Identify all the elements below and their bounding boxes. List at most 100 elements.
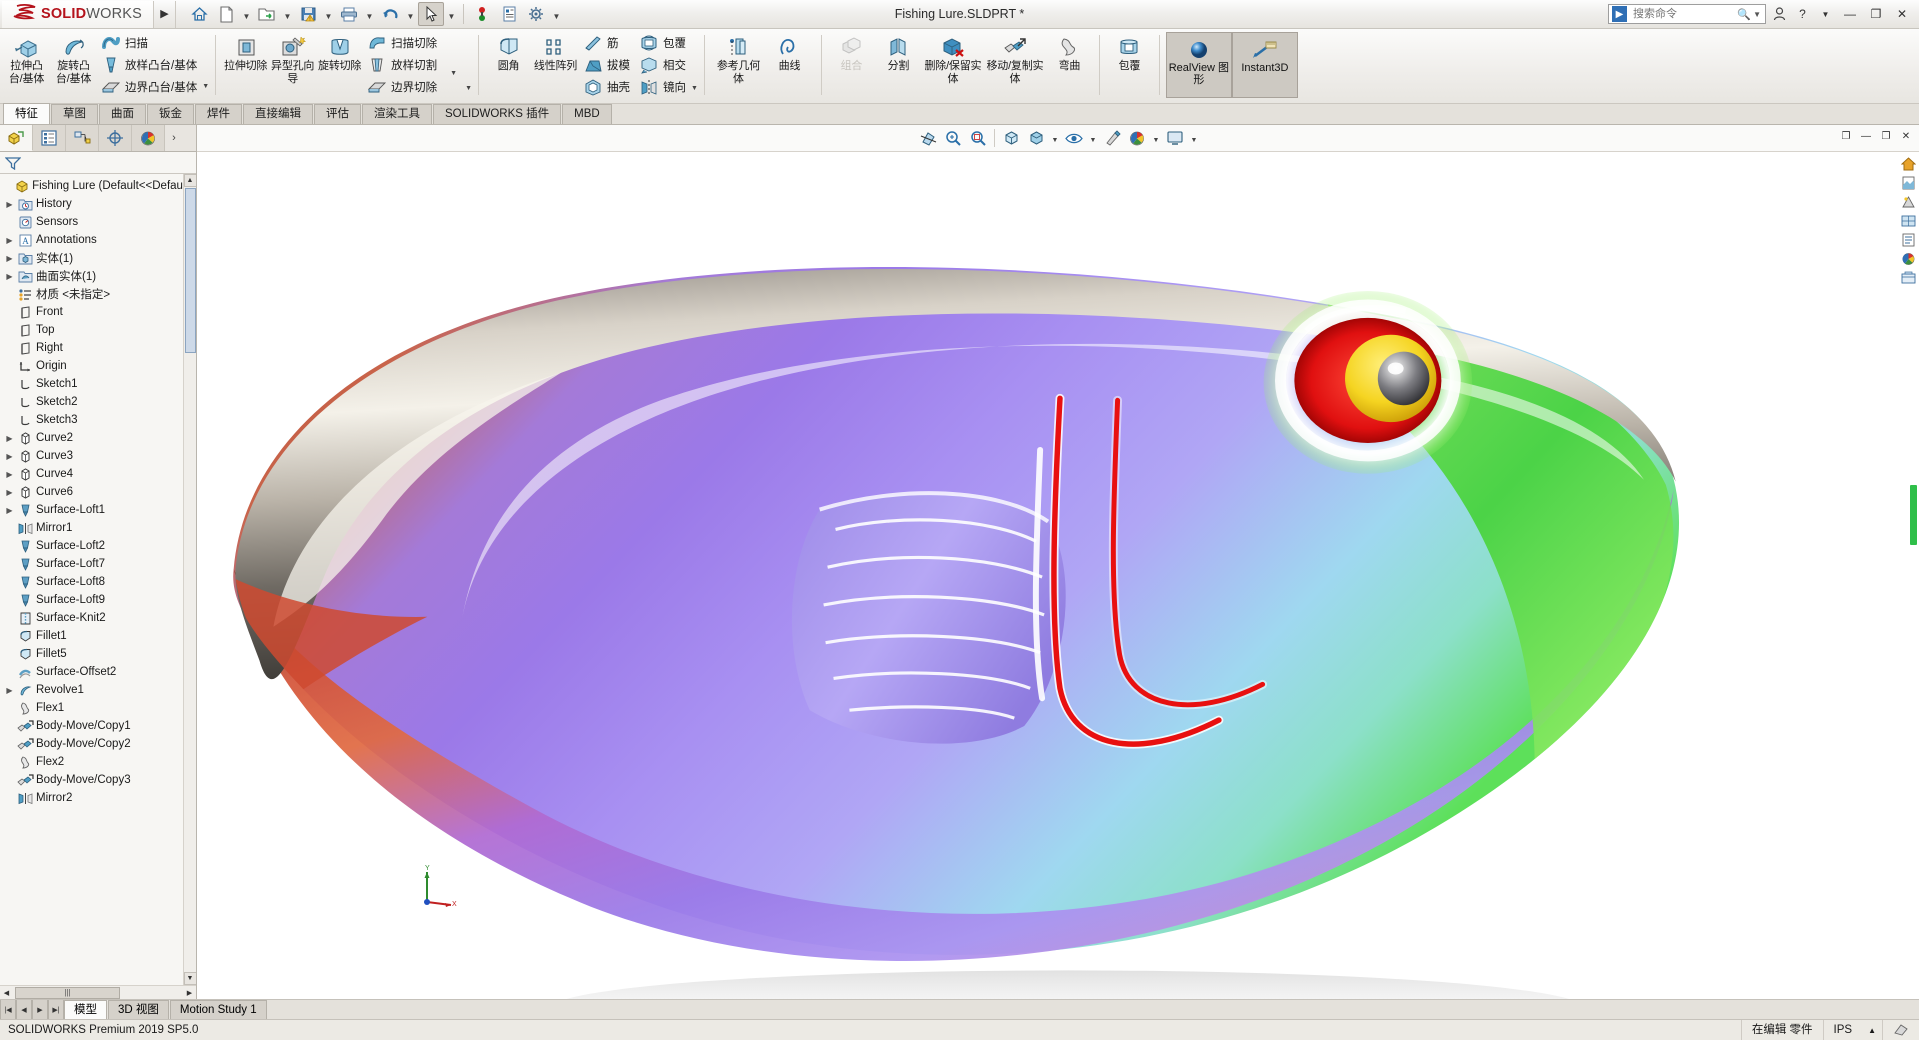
feature-tree-filter[interactable]: [0, 152, 196, 174]
linear-pattern-button[interactable]: 线性阵列: [532, 29, 579, 103]
undo-dropdown-caret[interactable]: ▼: [404, 2, 417, 26]
doc-minimize-icon[interactable]: —: [1857, 127, 1875, 145]
undo-icon[interactable]: [377, 2, 403, 26]
tree-item-top[interactable]: Top: [0, 321, 183, 339]
tab-direct-editing[interactable]: 直接编辑: [243, 104, 313, 124]
delete-keep-body-button[interactable]: 删除/保留实体: [922, 29, 984, 103]
tree-item-body-move-copy3[interactable]: Body-Move/Copy3: [0, 771, 183, 789]
tree-expand-toggle[interactable]: ▶: [3, 434, 16, 443]
apply-scene-caret[interactable]: ▼: [1150, 127, 1162, 149]
tree-item-flex2[interactable]: Flex2: [0, 753, 183, 771]
save-icon[interactable]: !: [295, 2, 321, 26]
tree-item-mirror1[interactable]: Mirror1: [0, 519, 183, 537]
hide-show-items-icon[interactable]: [1062, 127, 1086, 149]
select-dropdown-caret[interactable]: ▼: [445, 2, 458, 26]
home-icon[interactable]: [186, 2, 212, 26]
tree-item-fillet1[interactable]: Fillet1: [0, 627, 183, 645]
tree-item-body-move-copy1[interactable]: Body-Move/Copy1: [0, 717, 183, 735]
zoom-area-icon[interactable]: [966, 127, 990, 149]
combine-button[interactable]: 组合: [828, 29, 875, 103]
tree-item-sketch1[interactable]: Sketch1: [0, 375, 183, 393]
tab-evaluate[interactable]: 评估: [314, 104, 361, 124]
view-home-icon[interactable]: [1898, 155, 1918, 173]
open-dropdown-caret[interactable]: ▼: [281, 2, 294, 26]
tree-item--1-[interactable]: ▶ 实体(1): [0, 249, 183, 267]
file-properties-icon[interactable]: [496, 2, 522, 26]
tree-item-annotations[interactable]: ▶ A Annotations: [0, 231, 183, 249]
tab-features[interactable]: 特征: [3, 103, 50, 124]
save-dropdown-caret[interactable]: ▼: [322, 2, 335, 26]
appearances-library-icon[interactable]: [1898, 174, 1918, 192]
search-icon[interactable]: 🔍: [1737, 8, 1751, 21]
maximize-button[interactable]: ❐: [1865, 4, 1887, 25]
tree-item-origin[interactable]: Origin: [0, 357, 183, 375]
help-icon[interactable]: ?: [1793, 4, 1812, 25]
feature-tree-scrollbar[interactable]: ▲ ▼: [183, 174, 196, 985]
mirror-button[interactable]: 镜向: [635, 76, 691, 98]
view-orientation-icon[interactable]: [999, 127, 1023, 149]
print-dropdown-caret[interactable]: ▼: [363, 2, 376, 26]
feature-manager-tab[interactable]: [0, 125, 33, 151]
tab-sheetmetal[interactable]: 钣金: [147, 104, 194, 124]
search-dropdown-caret[interactable]: ▼: [1753, 10, 1761, 19]
tab-surfaces[interactable]: 曲面: [99, 104, 146, 124]
tree-item-curve3[interactable]: ▶ Curve3: [0, 447, 183, 465]
hscroll-right-arrow[interactable]: ▶: [183, 987, 196, 999]
property-manager-tab[interactable]: [33, 125, 66, 151]
extrude-boss-button[interactable]: 拉伸凸台/基体: [3, 29, 50, 86]
tree-item-curve6[interactable]: ▶ Curve6: [0, 483, 183, 501]
hscroll-thumb[interactable]: |||: [15, 986, 120, 999]
tab-mbd[interactable]: MBD: [562, 104, 612, 124]
tree-item-surface-loft7[interactable]: Surface-Loft7: [0, 555, 183, 573]
scroll-up-arrow[interactable]: ▲: [183, 174, 196, 187]
tree-item-surface-knit2[interactable]: Surface-Knit2: [0, 609, 183, 627]
loft-cut-button[interactable]: 放样切割: [363, 54, 442, 76]
modify-group-caret-1[interactable]: ▼: [691, 84, 698, 93]
dimxpert-manager-tab[interactable]: [99, 125, 132, 151]
restore-down-icon[interactable]: ❐: [1837, 127, 1855, 145]
tree-item-curve4[interactable]: ▶ Curve4: [0, 465, 183, 483]
tab-render-tools[interactable]: 渲染工具: [362, 104, 432, 124]
tree-expand-toggle[interactable]: ▶: [3, 200, 16, 209]
hscroll-left-arrow[interactable]: ◀: [0, 987, 13, 999]
reference-geometry-button[interactable]: 参考几何体: [711, 29, 766, 103]
zoom-fit-icon[interactable]: [941, 127, 965, 149]
intersect-button[interactable]: 相交: [635, 54, 691, 76]
cut-group-caret-2[interactable]: ▼: [450, 69, 457, 78]
split-button[interactable]: 分割: [875, 29, 922, 103]
boundary-boss-button[interactable]: 边界凸台/基体: [97, 76, 202, 98]
document-tab-3dviews[interactable]: 3D 视图: [108, 1000, 169, 1019]
move-copy-body-button[interactable]: 移动/复制实体: [984, 29, 1046, 103]
doc-close-icon[interactable]: ✕: [1897, 127, 1915, 145]
tree-expand-toggle[interactable]: ▶: [3, 452, 16, 461]
nav-next-button[interactable]: ▶: [32, 1000, 48, 1019]
tree-item-surface-loft1[interactable]: ▶ Surface-Loft1: [0, 501, 183, 519]
search-commands-box[interactable]: ▶ 🔍 ▼: [1608, 4, 1766, 24]
wrap-button[interactable]: 包覆: [635, 32, 691, 54]
tree-expand-toggle[interactable]: ▶: [3, 470, 16, 479]
wrap-button-2[interactable]: 包覆: [1106, 29, 1153, 103]
tree-item-flex1[interactable]: Flex1: [0, 699, 183, 717]
new-document-dropdown-caret[interactable]: ▼: [240, 2, 253, 26]
tree-item-surface-loft9[interactable]: Surface-Loft9: [0, 591, 183, 609]
select-pointer-icon[interactable]: [418, 2, 444, 26]
status-units-caret[interactable]: ▲: [1862, 1020, 1882, 1040]
tree-item-sketch3[interactable]: Sketch3: [0, 411, 183, 429]
tree-expand-toggle[interactable]: ▶: [3, 236, 16, 245]
tree-expand-toggle[interactable]: ▶: [3, 488, 16, 497]
tree-root-item[interactable]: Fishing Lure (Default<<Default>_[: [0, 177, 183, 195]
document-tab-motion-study[interactable]: Motion Study 1: [169, 1000, 267, 1019]
search-input[interactable]: [1631, 7, 1731, 21]
flex-button[interactable]: 弯曲: [1046, 29, 1093, 103]
shell-button[interactable]: 抽壳: [579, 76, 635, 98]
menu-expand-arrow-icon[interactable]: ▶: [154, 0, 176, 28]
display-manager-tab[interactable]: [132, 125, 165, 151]
tree-item--1-[interactable]: ▶ 曲面实体(1): [0, 267, 183, 285]
tree-item-history[interactable]: ▶ History: [0, 195, 183, 213]
status-units[interactable]: IPS: [1822, 1019, 1863, 1040]
manager-tabs-more-icon[interactable]: ›: [165, 125, 183, 151]
tree-expand-toggle[interactable]: ▶: [3, 686, 16, 695]
feature-tree-hscrollbar[interactable]: ◀ ||| ▶: [0, 985, 196, 999]
create-group-caret-1[interactable]: ▼: [202, 82, 209, 91]
decals-library-icon[interactable]: [1898, 212, 1918, 230]
